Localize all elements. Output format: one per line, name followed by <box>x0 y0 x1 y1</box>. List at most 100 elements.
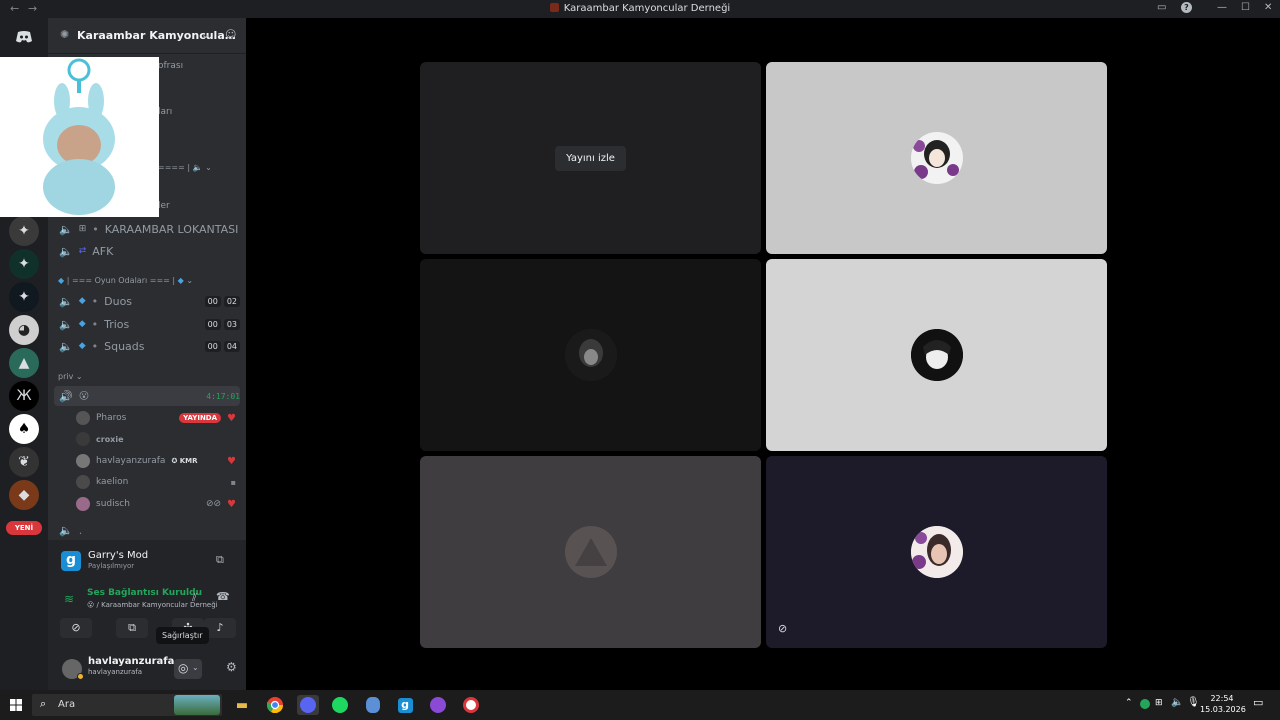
volume-icon[interactable]: 🔈 <box>1171 697 1183 708</box>
camera-off-icon[interactable]: ⊘ <box>60 618 92 638</box>
voice-user-croxie[interactable]: croxie <box>76 429 236 449</box>
inbox-icon[interactable]: ▭ <box>1157 2 1166 13</box>
voice-channel-squads[interactable]: 🔈 ◆ • Squads 00 04 <box>54 336 240 356</box>
server-icon-karaambar[interactable]: ◆ <box>9 480 39 510</box>
garrys-mod-taskbar-icon[interactable]: g <box>394 695 416 715</box>
minimize-icon[interactable]: — <box>1217 2 1227 13</box>
file-explorer-icon[interactable]: ▬ <box>231 695 253 715</box>
guild-tag: ✪ KMR <box>171 457 198 465</box>
new-badge[interactable]: YENİ <box>6 521 42 535</box>
status-dot-icon: ▪ <box>230 477 236 487</box>
video-tile-stream[interactable]: Yayını izle <box>420 62 761 254</box>
voice-user-pharos[interactable]: Pharos YAYINDA ♥ <box>76 408 236 428</box>
chrome-icon[interactable] <box>264 695 286 715</box>
server-icon-dragon[interactable]: ❦ <box>9 447 39 477</box>
taskbar-search[interactable]: ⌕ Ara <box>32 694 222 716</box>
voice-connection-status: ≋ Ses Bağlantısı Kuruldu 😮 / Karaambar K… <box>54 584 240 614</box>
app-icon-purple[interactable] <box>427 695 449 715</box>
settings-gear-icon[interactable]: ⚙ <box>226 660 237 674</box>
category-game-rooms[interactable]: ◆ | === Oyun Odaları === | ◆ ⌄ <box>58 276 193 285</box>
server-icon-sparkle-1[interactable]: ✦ <box>9 216 39 246</box>
voice-status-title: Ses Bağlantısı Kuruldu <box>87 588 202 598</box>
channel-emoji-icon: ⊞ <box>78 224 87 234</box>
display-name[interactable]: havlayanzurafa <box>88 656 174 667</box>
discord-taskbar-icon[interactable] <box>297 695 319 715</box>
clock[interactable]: 22:54 15.03.2026 <box>1200 693 1246 715</box>
app-icon-redwhite[interactable] <box>460 695 482 715</box>
username: kaelion <box>96 477 129 487</box>
camera-off-icon: ⊘ <box>778 622 788 635</box>
discord-home-icon[interactable] <box>9 22 39 52</box>
tray-app-green-icon[interactable] <box>1140 699 1150 709</box>
channel-fragment-3: ler <box>158 201 170 211</box>
deafen-button[interactable]: ◎ ⌄ <box>174 659 202 679</box>
channel-emoji-icon: 😮 <box>78 390 90 402</box>
video-tile-user-5[interactable] <box>420 456 761 648</box>
server-icon-ykk[interactable]: Ж <box>9 381 39 411</box>
voice-channel-trios[interactable]: 🔈 ◆ • Trios 00 03 <box>54 314 240 334</box>
add-member-icon[interactable]: ☺ <box>225 28 236 41</box>
windows-start-icon[interactable] <box>5 695 27 715</box>
avatar <box>76 475 90 489</box>
watch-stream-button[interactable]: Yayını izle <box>555 145 626 171</box>
username: havlayanzurafa <box>88 668 143 676</box>
pip-image <box>0 57 159 217</box>
voice-channel-active[interactable]: 🔊 😮 4:17:01 <box>54 386 240 406</box>
voice-user-kaelion[interactable]: kaelion ▪ <box>76 472 236 492</box>
video-tile-user-3[interactable] <box>420 259 761 451</box>
server-icon-anime[interactable]: ◕ <box>9 315 39 345</box>
voice-status-subtitle: 😮 / Karaambar Kamyoncular Derneği <box>87 601 218 609</box>
voice-channel-afk[interactable]: 🔈 ⇄ AFK <box>54 241 240 261</box>
app-icon-blue[interactable] <box>362 695 384 715</box>
speaker-icon: 🔈 <box>59 339 73 353</box>
heart-icon: ♥ <box>227 455 236 467</box>
avatar <box>76 454 90 468</box>
speaker-icon: 🔈 <box>59 317 73 331</box>
category-priv[interactable]: priv ⌄ <box>58 372 83 381</box>
screen-share-icon[interactable]: ⧉ <box>116 618 148 638</box>
voice-user-sudisch[interactable]: sudisch ⊘⊘ ♥ <box>76 494 236 514</box>
video-tile-user-2[interactable] <box>766 62 1107 254</box>
microphone-tray-icon[interactable]: 🎙 <box>1187 697 1200 708</box>
disconnect-icon[interactable]: ☎ <box>216 590 230 603</box>
server-icon-landscape[interactable]: ▲ <box>9 348 39 378</box>
chevron-down-icon[interactable]: ⌄ <box>201 28 210 41</box>
speaker-icon: 🔈 <box>59 523 73 537</box>
spotify-icon[interactable] <box>329 695 351 715</box>
close-icon[interactable]: ✕ <box>1264 2 1272 13</box>
activity-card[interactable]: g Garry's Mod Paylaşılmıyor ⧉ <box>54 544 240 578</box>
voice-channel-duos[interactable]: 🔈 ◆ • Duos 00 02 <box>54 291 240 311</box>
maximize-icon[interactable]: ☐ <box>1241 2 1250 13</box>
headphones-icon: ◎ <box>178 661 189 675</box>
noise-suppression-icon[interactable]: ⫽ <box>192 591 197 605</box>
server-header[interactable]: ✺ Karaambar Kamyoncula… ⌄ ☺ <box>48 18 246 54</box>
voice-channel-karaambar-lokantasi[interactable]: 🔈 ⊞ • KARAAMBAR LOKANTASI <box>54 219 240 239</box>
search-placeholder: Ara <box>58 699 76 710</box>
username: Pharos <box>96 413 127 423</box>
share-screen-icon[interactable]: ⧉ <box>216 553 224 567</box>
server-icon-sparkle-2[interactable]: ✦ <box>9 249 39 279</box>
server-icon-spade[interactable]: ♠ <box>9 414 39 444</box>
search-highlight-image <box>174 695 220 715</box>
server-icon-sparkle-3[interactable]: ✦ <box>9 282 39 312</box>
voice-channel-partial[interactable]: 🔈 . <box>54 520 240 540</box>
tray-chevron-up-icon[interactable]: ⌃ <box>1125 698 1133 708</box>
help-icon[interactable]: ? <box>1181 2 1192 13</box>
activity-title: Garry's Mod <box>88 550 149 561</box>
channel-fragment-2: ları <box>158 107 173 117</box>
live-badge: YAYINDA <box>179 413 222 423</box>
notifications-icon[interactable]: ▭ <box>1253 696 1263 709</box>
channel-name: KARAAMBAR LOKANTASI <box>104 222 239 236</box>
video-tile-user-4[interactable] <box>766 259 1107 451</box>
account-bar: havlayanzurafa havlayanzurafa 🎙 ⚙ <box>54 652 240 684</box>
tray-app-icon[interactable]: ⊞ <box>1155 698 1163 708</box>
soundboard-icon[interactable]: ♪ <box>204 618 236 638</box>
status-idle-icon <box>77 673 84 680</box>
user-panel: g Garry's Mod Paylaşılmıyor ⧉ ≋ Ses Bağl… <box>48 540 246 690</box>
avatar <box>76 411 90 425</box>
diamond-icon: ◆ <box>58 276 65 285</box>
speaker-active-icon: 🔊 <box>59 389 73 403</box>
channel-emoji-icon: ⇄ <box>78 246 87 256</box>
video-tile-user-6[interactable]: ⊘ <box>766 456 1107 648</box>
voice-user-havlayanzurafa[interactable]: havlayanzurafa ✪ KMR ♥ <box>76 451 236 471</box>
